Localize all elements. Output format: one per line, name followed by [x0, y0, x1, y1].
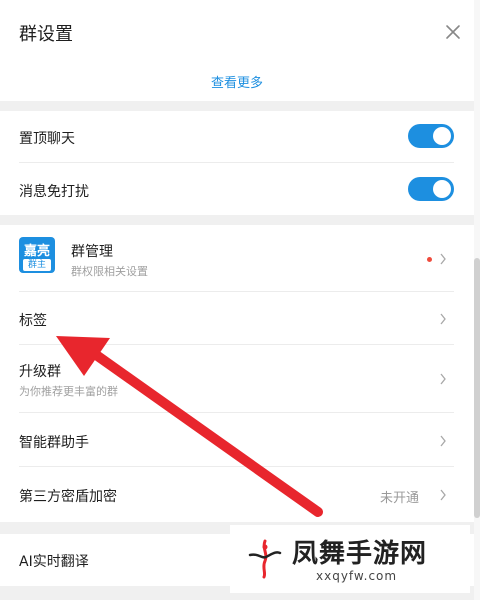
watermark-url: xxqyfw.com: [316, 569, 398, 583]
tags-label: 标签: [19, 313, 47, 329]
smart-assistant-row[interactable]: 智能群助手: [0, 413, 474, 467]
do-not-disturb-row: 消息免打扰: [0, 163, 474, 215]
chevron-right-icon: [440, 313, 446, 325]
encryption-status: 未开通: [380, 491, 420, 506]
group-admin-row[interactable]: 嘉亮 群主 群管理 群权限相关设置: [0, 225, 474, 292]
toggle-knob: [433, 180, 451, 198]
do-not-disturb-toggle[interactable]: [408, 177, 454, 201]
avatar-name: 嘉亮: [23, 244, 50, 259]
close-icon[interactable]: [442, 21, 464, 43]
see-more-link[interactable]: 查看更多: [0, 72, 474, 91]
chevron-right-icon: [440, 489, 446, 501]
smart-assistant-label: 智能群助手: [19, 435, 89, 451]
chevron-right-icon: [440, 373, 446, 385]
section-gap: [0, 101, 474, 111]
owner-badge: 群主: [23, 259, 51, 271]
toggle-knob: [433, 127, 451, 145]
group-admin-subtitle: 群权限相关设置: [71, 265, 148, 278]
chevron-right-icon: [440, 253, 446, 265]
encryption-label: 第三方密盾加密: [19, 489, 117, 505]
pin-chat-label: 置顶聊天: [19, 131, 75, 147]
upgrade-group-subtitle: 为你推荐更丰富的群: [19, 385, 118, 398]
scrollbar-thumb[interactable]: [474, 258, 480, 518]
red-dot-badge: [427, 257, 432, 262]
chevron-right-icon: [440, 435, 446, 447]
ai-translate-label: AI实时翻译: [19, 554, 89, 570]
watermark-name: 凤舞手游网: [292, 539, 428, 569]
encryption-row[interactable]: 第三方密盾加密 未开通: [0, 467, 474, 522]
dialog-header: 群设置: [0, 0, 480, 64]
section-gap: [0, 215, 474, 225]
pin-chat-row: 置顶聊天: [0, 111, 474, 163]
page-title: 群设置: [19, 24, 73, 45]
watermark: 凤舞手游网 xxqyfw.com: [230, 525, 470, 593]
upgrade-group-row[interactable]: 升级群 为你推荐更丰富的群: [0, 345, 474, 413]
pin-chat-toggle[interactable]: [408, 124, 454, 148]
watermark-logo-icon: [248, 539, 282, 579]
group-owner-avatar: 嘉亮 群主: [19, 237, 55, 273]
group-admin-title: 群管理: [71, 244, 113, 260]
do-not-disturb-label: 消息免打扰: [19, 184, 89, 200]
tags-row[interactable]: 标签: [0, 292, 474, 345]
upgrade-group-label: 升级群: [19, 364, 61, 380]
